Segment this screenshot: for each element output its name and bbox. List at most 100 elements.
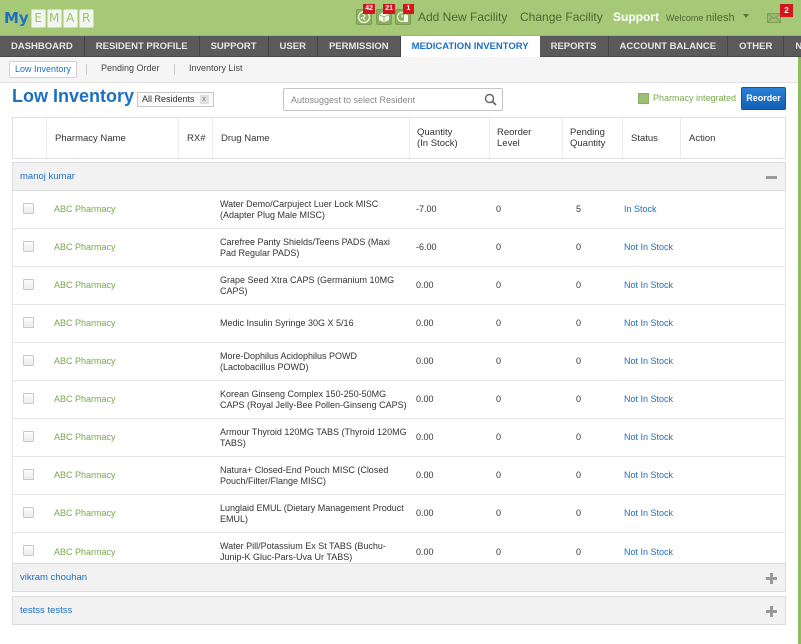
- table-row: ABC Pharmacy Grape Seed Xtra CAPS (German…: [13, 267, 785, 305]
- resident-search-input[interactable]: [284, 89, 474, 110]
- close-icon[interactable]: x: [199, 95, 209, 104]
- column-header-action[interactable]: Action: [689, 118, 715, 158]
- row-checkbox[interactable]: [23, 279, 34, 290]
- subtab-low-inventory[interactable]: Low Inventory: [9, 61, 78, 78]
- notification-runner[interactable]: 42: [356, 4, 375, 25]
- row-checkbox[interactable]: [23, 317, 34, 328]
- reorder-level: 0: [496, 318, 502, 328]
- row-checkbox[interactable]: [23, 355, 34, 366]
- logo-letter: R: [78, 8, 94, 28]
- header-line: Reorder: [497, 127, 532, 138]
- drug-name: More-Dophilus Acidophilus POWD (Lactobac…: [220, 350, 358, 372]
- column-header-quantity[interactable]: Quantity (In Stock): [417, 118, 458, 158]
- notification-alert[interactable]: 1: [395, 4, 414, 25]
- column-header-drug-name[interactable]: Drug Name: [221, 118, 270, 158]
- subtab-pending-order[interactable]: Pending Order: [96, 61, 165, 78]
- stock-status[interactable]: Not In Stock: [624, 267, 673, 304]
- stock-status[interactable]: Not In Stock: [624, 305, 673, 342]
- chevron-down-icon[interactable]: [743, 14, 749, 18]
- collapse-minus-icon[interactable]: [766, 172, 777, 183]
- resident-filter-chip[interactable]: All Residents x: [137, 92, 214, 107]
- notification-badge: 1: [403, 4, 414, 14]
- resident-name[interactable]: vikram chouhan: [20, 572, 87, 583]
- row-checkbox[interactable]: [23, 469, 34, 480]
- stock-status[interactable]: Not In Stock: [624, 495, 673, 532]
- drug-name: Lunglaid EMUL (Dietary Management Produc…: [220, 502, 404, 524]
- header-line: Quantity: [417, 127, 453, 138]
- row-checkbox[interactable]: [23, 431, 34, 442]
- column-header-rx[interactable]: RX#: [187, 118, 205, 158]
- column-header-pharmacy-name[interactable]: Pharmacy Name: [55, 118, 126, 158]
- tab-dashboard[interactable]: DASHBOARD: [0, 36, 85, 57]
- stock-status[interactable]: Not In Stock: [624, 343, 673, 380]
- welcome-user-menu[interactable]: Welcome nilesh: [666, 12, 735, 24]
- tab-support[interactable]: SUPPORT: [200, 36, 269, 57]
- header-line: Quantity: [570, 138, 606, 149]
- logo-prefix: My: [4, 9, 29, 27]
- tab-reports[interactable]: REPORTS: [540, 36, 609, 57]
- tab-other[interactable]: OTHER: [728, 36, 785, 57]
- tab-permission[interactable]: PERMISSION: [318, 36, 401, 57]
- resident-group-header[interactable]: testss testss: [12, 596, 786, 625]
- quantity-in-stock: 0.00: [416, 280, 434, 290]
- username: nilesh: [705, 12, 735, 24]
- tab-user[interactable]: USER: [269, 36, 318, 57]
- table-header: Pharmacy Name RX# Drug Name Quantity (In…: [12, 117, 786, 159]
- resident-name[interactable]: manoj kumar: [20, 171, 75, 182]
- quantity-in-stock: 0.00: [416, 508, 434, 518]
- column-divider: [562, 118, 563, 158]
- stock-status[interactable]: Not In Stock: [624, 229, 673, 266]
- logo[interactable]: My E M A R: [4, 8, 95, 28]
- divider: [174, 64, 175, 75]
- search-icon[interactable]: [484, 93, 497, 106]
- sub-nav: Low Inventory Pending Order Inventory Li…: [0, 57, 801, 83]
- column-header-pending-quantity[interactable]: Pending Quantity: [570, 118, 605, 158]
- reorder-level: 0: [496, 242, 502, 252]
- top-bar: My E M A R 42 21 1 Add New Facility Chan…: [0, 0, 801, 36]
- stock-status[interactable]: Not In Stock: [624, 457, 673, 494]
- reorder-level: 0: [496, 432, 502, 442]
- notification-box[interactable]: 21: [376, 4, 395, 25]
- add-new-facility-link[interactable]: Add New Facility: [418, 10, 507, 24]
- stock-status[interactable]: In Stock: [624, 191, 657, 228]
- column-divider: [680, 118, 681, 158]
- tab-medication-inventory[interactable]: MEDICATION INVENTORY: [400, 36, 540, 57]
- tab-notes[interactable]: Notes: [784, 36, 801, 57]
- header-line: (In Stock): [417, 138, 458, 149]
- subtab-inventory-list[interactable]: Inventory List: [184, 61, 248, 78]
- resident-group-header[interactable]: vikram chouhan: [12, 563, 786, 592]
- column-divider: [409, 118, 410, 158]
- reorder-level: 0: [496, 470, 502, 480]
- divider: [86, 64, 87, 75]
- notification-badge: 21: [383, 4, 395, 14]
- row-checkbox[interactable]: [23, 241, 34, 252]
- reorder-button[interactable]: Reorder: [741, 87, 786, 110]
- column-header-reorder-level[interactable]: Reorder Level: [497, 118, 531, 158]
- header-line: Pending: [570, 127, 605, 138]
- mail-badge: 2: [780, 4, 793, 17]
- column-divider: [622, 118, 623, 158]
- support-link[interactable]: Support: [613, 10, 659, 24]
- resident-search: [283, 88, 503, 111]
- expand-plus-icon[interactable]: [766, 606, 777, 617]
- mail-icon[interactable]: [767, 13, 781, 23]
- column-header-status[interactable]: Status: [631, 118, 658, 158]
- row-checkbox[interactable]: [23, 507, 34, 518]
- stock-status[interactable]: Not In Stock: [624, 381, 673, 418]
- reorder-level: 0: [496, 394, 502, 404]
- drug-name: Armour Thyroid 120MG TABS (Thyroid 120MG…: [220, 426, 407, 448]
- pending-quantity: 5: [576, 204, 582, 214]
- resident-name[interactable]: testss testss: [20, 605, 72, 616]
- stock-status[interactable]: Not In Stock: [624, 419, 673, 456]
- table-row: ABC Pharmacy Natura+ Closed-End Pouch MIS…: [13, 457, 785, 495]
- row-checkbox[interactable]: [23, 203, 34, 214]
- row-checkbox[interactable]: [23, 545, 34, 556]
- change-facility-link[interactable]: Change Facility: [520, 10, 603, 24]
- tab-account-balance[interactable]: ACCOUNT BALANCE: [609, 36, 729, 57]
- pharmacy-name: ABC Pharmacy: [54, 432, 116, 442]
- quantity-in-stock: -6.00: [416, 242, 437, 252]
- tab-resident-profile[interactable]: RESIDENT PROFILE: [85, 36, 200, 57]
- resident-group-header[interactable]: manoj kumar: [12, 162, 786, 191]
- expand-plus-icon[interactable]: [766, 573, 777, 584]
- row-checkbox[interactable]: [23, 393, 34, 404]
